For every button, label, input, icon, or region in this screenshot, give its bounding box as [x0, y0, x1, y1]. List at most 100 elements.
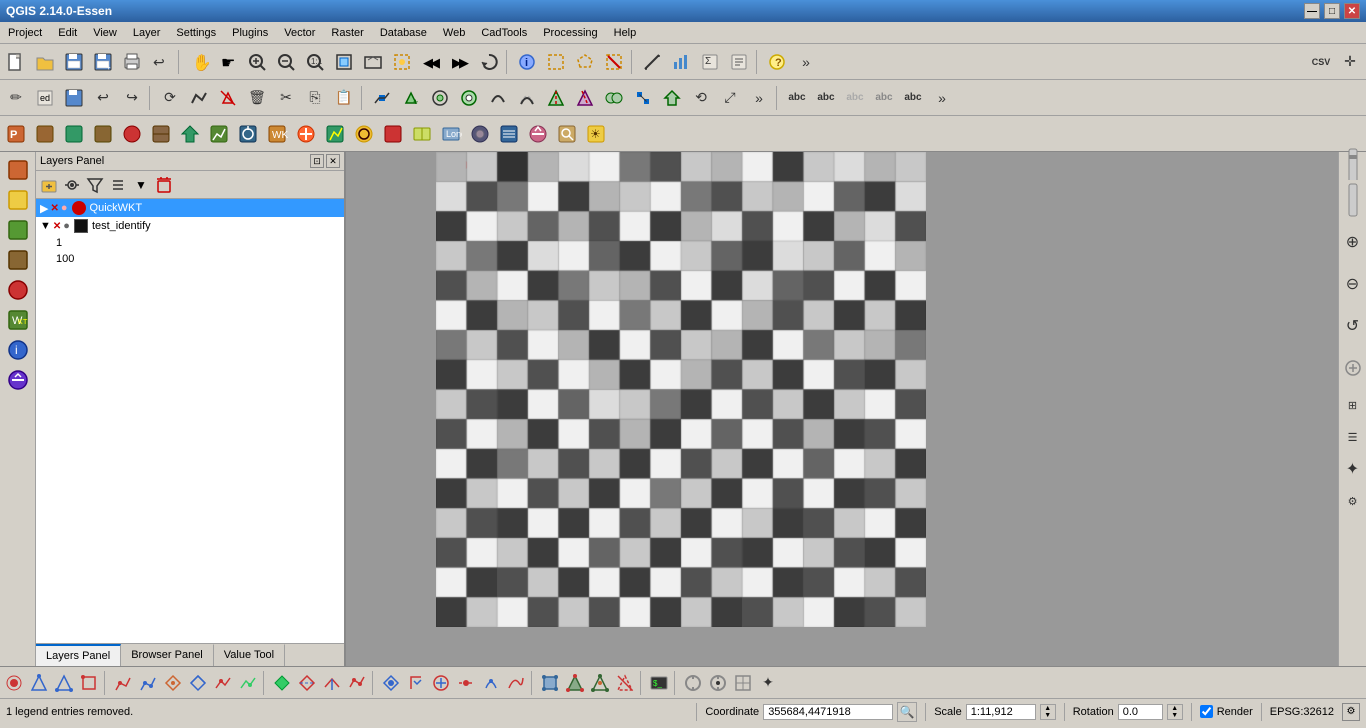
menu-raster[interactable]: Raster: [323, 22, 371, 43]
right-btn-7[interactable]: ⊞: [1342, 390, 1364, 420]
measure-button[interactable]: [638, 48, 666, 76]
right-btn-2[interactable]: [1342, 180, 1364, 220]
label-show-hide-button[interactable]: abc: [841, 84, 869, 112]
zoom-out-button[interactable]: [272, 48, 300, 76]
right-btn-6[interactable]: [1342, 348, 1364, 388]
undo-button[interactable]: ↩: [89, 84, 117, 112]
redo-button[interactable]: ↪: [118, 84, 146, 112]
save-project-button[interactable]: [60, 48, 88, 76]
layer-vis-checkbox[interactable]: ●: [61, 202, 68, 214]
snap-btn-17[interactable]: [429, 671, 453, 695]
tab-value-tool[interactable]: Value Tool: [214, 644, 285, 666]
menu-plugins[interactable]: Plugins: [224, 22, 276, 43]
left-plugin-btn-2[interactable]: [4, 186, 32, 214]
paste-button[interactable]: 📋: [330, 84, 358, 112]
plugin-btn-3[interactable]: [60, 120, 88, 148]
node-editor-button[interactable]: [629, 84, 657, 112]
snap-btn-15[interactable]: [379, 671, 403, 695]
zoom-layer-button[interactable]: [359, 48, 387, 76]
plugin-btn-14[interactable]: [379, 120, 407, 148]
split-parts-button[interactable]: [571, 84, 599, 112]
help-button[interactable]: ?: [763, 48, 791, 76]
menu-vector[interactable]: Vector: [276, 22, 323, 43]
snap-btn-1[interactable]: [2, 671, 26, 695]
collapse-all-button[interactable]: ▼: [130, 174, 152, 196]
add-ring-button[interactable]: [426, 84, 454, 112]
offset-button[interactable]: [513, 84, 541, 112]
render-checkbox[interactable]: [1200, 705, 1213, 718]
maximize-button[interactable]: □: [1324, 3, 1340, 19]
plugin-btn-17[interactable]: [466, 120, 494, 148]
left-plugin-btn-4[interactable]: [4, 246, 32, 274]
plugin-btn-8[interactable]: [205, 120, 233, 148]
layer-close-testidentify[interactable]: ✕: [53, 221, 61, 232]
zoom-selection-button[interactable]: [388, 48, 416, 76]
coordinate-search-icon[interactable]: 🔍: [897, 702, 917, 722]
terminal-button[interactable]: $_: [647, 671, 671, 695]
scale-spinner[interactable]: ▲ ▼: [1040, 704, 1056, 720]
label-pin-button[interactable]: abc: [812, 84, 840, 112]
snap-btn-9[interactable]: [211, 671, 235, 695]
select-button[interactable]: [542, 48, 570, 76]
right-btn-5[interactable]: ↺: [1342, 306, 1364, 346]
pan-map-button[interactable]: ☛: [214, 48, 242, 76]
open-project-button[interactable]: [31, 48, 59, 76]
snap-btn-11[interactable]: [270, 671, 294, 695]
right-btn-10[interactable]: ⚙: [1342, 486, 1364, 516]
label-move-button[interactable]: abc: [870, 84, 898, 112]
fill-ring-button[interactable]: [455, 84, 483, 112]
right-btn-1[interactable]: [1342, 156, 1364, 178]
save-as-button[interactable]: +: [89, 48, 117, 76]
filter-layers-button[interactable]: [84, 174, 106, 196]
panel-float-button[interactable]: ⊡: [310, 154, 324, 168]
left-plugin-btn-1[interactable]: [4, 156, 32, 184]
deselect-button[interactable]: [600, 48, 628, 76]
epsg-label[interactable]: EPSG:32612: [1270, 706, 1334, 718]
snap-btn-24[interactable]: [613, 671, 637, 695]
statistics-button[interactable]: [667, 48, 695, 76]
crosshair-button[interactable]: ✛: [1336, 48, 1364, 76]
close-button[interactable]: ✕: [1344, 3, 1360, 19]
layer-close-quickwkt[interactable]: ✕: [50, 203, 58, 214]
delete-part-button[interactable]: [214, 84, 242, 112]
manage-layer-vis-button[interactable]: [61, 174, 83, 196]
pan-tool-button[interactable]: ✋: [185, 48, 213, 76]
snap-btn-20[interactable]: [504, 671, 528, 695]
zoom-previous-button[interactable]: ◀◀: [417, 48, 445, 76]
left-plugin-btn-6[interactable]: WKT: [4, 306, 32, 334]
zoom-in-button[interactable]: [243, 48, 271, 76]
right-btn-9[interactable]: ✦: [1342, 454, 1364, 484]
menu-project[interactable]: Project: [0, 22, 50, 43]
scale-down-button[interactable]: ▼: [1041, 712, 1055, 719]
snap-btn-16[interactable]: [404, 671, 428, 695]
more-tools-button[interactable]: »: [792, 48, 820, 76]
plugin-btn-21[interactable]: ☀: [582, 120, 610, 148]
scale-feature-button[interactable]: ⤢: [716, 84, 744, 112]
layer-item-quickwkt[interactable]: ▶ ✕ ● QuickWKT: [36, 199, 344, 217]
menu-help[interactable]: Help: [606, 22, 645, 43]
plugin-btn-11[interactable]: [292, 120, 320, 148]
select-polygon-button[interactable]: [571, 48, 599, 76]
refresh-button[interactable]: [475, 48, 503, 76]
plugin-btn-13[interactable]: [350, 120, 378, 148]
label-rotate-button[interactable]: abc: [899, 84, 927, 112]
reshape-button[interactable]: [484, 84, 512, 112]
snap-btn-3[interactable]: [52, 671, 76, 695]
add-group-button[interactable]: [38, 174, 60, 196]
menu-database[interactable]: Database: [372, 22, 435, 43]
snap-btn-10[interactable]: [236, 671, 260, 695]
snap-btn-6[interactable]: [136, 671, 160, 695]
snap-btn-2[interactable]: [27, 671, 51, 695]
minimize-button[interactable]: —: [1304, 3, 1320, 19]
left-plugin-btn-3[interactable]: [4, 216, 32, 244]
split-button[interactable]: [542, 84, 570, 112]
scale-input[interactable]: [966, 704, 1036, 720]
scale-up-button[interactable]: ▲: [1041, 705, 1055, 712]
csv-toolbar-button[interactable]: CSV: [1307, 48, 1335, 76]
more-label-button[interactable]: »: [928, 84, 956, 112]
snap-btn-21[interactable]: [538, 671, 562, 695]
merge-button[interactable]: [600, 84, 628, 112]
snap-btn-19[interactable]: [479, 671, 503, 695]
plugin-btn-2[interactable]: [31, 120, 59, 148]
plugin-btn-7[interactable]: [176, 120, 204, 148]
